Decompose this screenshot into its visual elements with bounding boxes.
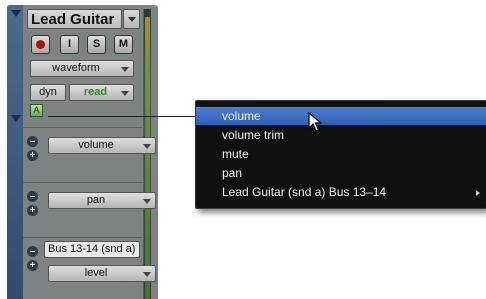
- meter-bar: [145, 17, 150, 299]
- remove-lane-icon[interactable]: –: [27, 191, 38, 202]
- lane-parameter-label: level: [84, 267, 108, 279]
- chevron-down-icon: [143, 272, 151, 277]
- automation-type-button[interactable]: dyn: [30, 84, 66, 101]
- lane-parameter-selector-level[interactable]: level: [48, 265, 156, 282]
- lane-divider: [23, 182, 143, 183]
- automation-lanes-toggle-icon[interactable]: [11, 115, 21, 122]
- chevron-down-icon: [121, 67, 129, 72]
- add-lane-icon[interactable]: +: [27, 205, 38, 216]
- record-enable-button[interactable]: [31, 35, 50, 54]
- menu-item-send-label: Lead Guitar (snd a) Bus 13–14: [222, 185, 387, 199]
- automation-mode-label: read: [83, 86, 108, 98]
- automation-parameter-menu: volume volume trim mute pan Lead Guitar …: [195, 100, 486, 209]
- menu-item-volume[interactable]: volume: [196, 107, 486, 125]
- lane-parameter-label: pan: [86, 194, 106, 206]
- menu-item-volume-trim[interactable]: volume trim: [196, 126, 486, 144]
- chevron-down-icon: [143, 199, 151, 204]
- menu-item-send-level[interactable]: Lead Guitar (snd a) Bus 13–14: [196, 183, 486, 201]
- add-lane-icon[interactable]: +: [27, 260, 38, 271]
- input-monitor-button[interactable]: I: [60, 35, 79, 54]
- menu-item-pan[interactable]: pan: [196, 164, 486, 182]
- lane-parameter-selector-pan[interactable]: pan: [48, 192, 156, 209]
- chevron-down-icon: [143, 144, 151, 149]
- level-meter: [143, 9, 151, 299]
- mute-button[interactable]: M: [114, 35, 133, 54]
- automation-mode-selector[interactable]: read: [69, 84, 134, 101]
- chevron-down-icon: [121, 91, 129, 96]
- record-dot-icon: [36, 40, 45, 49]
- remove-lane-icon[interactable]: –: [27, 136, 38, 147]
- mouse-pointer-icon: [308, 112, 322, 132]
- track-name-menu-button[interactable]: [123, 9, 140, 29]
- add-lane-icon[interactable]: +: [27, 150, 38, 161]
- track-name-field[interactable]: Lead Guitar: [27, 9, 122, 29]
- track-sidebar: [7, 5, 23, 299]
- automation-type-label: dyn: [39, 86, 57, 98]
- collapse-arrow-icon[interactable]: [11, 10, 21, 17]
- solo-button[interactable]: S: [87, 35, 106, 54]
- submenu-arrow-icon: [476, 190, 480, 196]
- view-selector-label: waveform: [52, 62, 100, 74]
- lane-divider: [23, 237, 143, 238]
- automation-lane-icon[interactable]: A: [30, 104, 43, 117]
- lane-parameter-label: volume: [78, 139, 114, 151]
- remove-lane-icon[interactable]: –: [27, 246, 38, 257]
- menu-item-mute[interactable]: mute: [196, 145, 486, 163]
- lane-parameter-selector-volume[interactable]: volume: [48, 137, 156, 154]
- view-selector[interactable]: waveform: [30, 60, 134, 77]
- lane-name-field[interactable]: Bus 13-14 (snd a): [44, 241, 140, 258]
- lane-divider: [23, 127, 143, 128]
- menu-connector-line: [48, 116, 196, 117]
